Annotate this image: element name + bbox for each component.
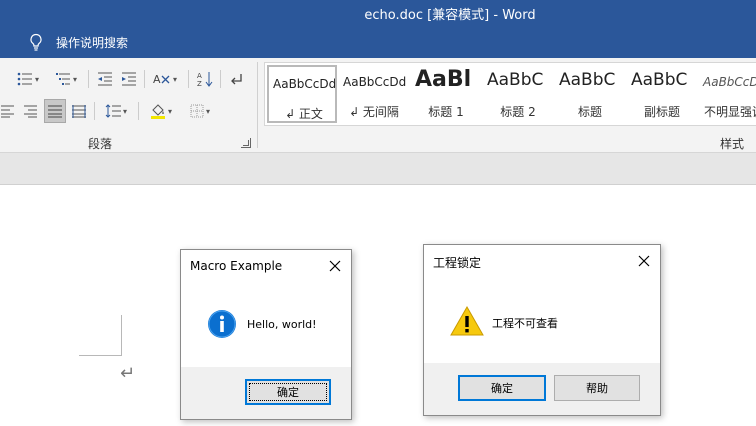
align-left-button[interactable] (0, 100, 16, 122)
macro-message-dialog: Macro Example Hello, world! 确定 (180, 249, 352, 420)
paragraph-group-label: 段落 (88, 137, 113, 151)
line-spacing-icon (105, 104, 121, 118)
chevron-down-icon: ▾ (205, 106, 210, 116)
ok-button[interactable]: 确定 (458, 375, 546, 401)
chevron-down-icon: ▾ (122, 106, 127, 116)
style-preview: AaBbC (559, 70, 616, 90)
dialog-message: Hello, world! (247, 318, 317, 331)
dialog-footer: 确定 帮助 (424, 363, 660, 415)
help-button-label: 帮助 (586, 382, 608, 395)
tell-me-bar: 操作说明搜索 (0, 26, 756, 58)
dialog-footer: 确定 (181, 367, 351, 419)
show-marks-button[interactable] (226, 68, 248, 90)
close-icon[interactable] (325, 256, 345, 276)
bullets-button[interactable]: ▾ (12, 68, 44, 90)
style-title[interactable]: AaBbC 标题 (555, 65, 625, 123)
style-preview: AaBbCcDd (273, 77, 337, 91)
style-heading-2[interactable]: AaBbC 标题 2 (483, 65, 553, 123)
decrease-indent-icon (98, 72, 112, 86)
group-separator (257, 62, 258, 148)
style-normal[interactable]: AaBbCcDd ↲ 正文 (267, 65, 337, 123)
dialog-title: Macro Example (190, 259, 283, 273)
decrease-indent-button[interactable] (94, 68, 116, 90)
window-title: echo.doc [兼容模式] - Word (364, 8, 536, 23)
divider (144, 70, 145, 88)
line-spacing-button[interactable]: ▾ (100, 100, 132, 122)
dialog-title-bar: 工程锁定 (424, 245, 660, 277)
style-name: ↲ 无间隔 (349, 105, 399, 119)
dialog-title-bar: Macro Example (181, 250, 351, 282)
paragraph-mark: ↵ (120, 363, 136, 384)
styles-gallery: AaBbCcDd ↲ 正文 AaBbCcDd ↲ 无间隔 AaBl 标题 1 A… (264, 62, 756, 126)
margin-marker (79, 355, 122, 356)
style-name: 标题 2 (500, 105, 536, 119)
ruler-area (0, 153, 756, 185)
chevron-down-icon: ▾ (172, 74, 177, 84)
tell-me-search[interactable]: 操作说明搜索 (56, 34, 128, 51)
chevron-down-icon: ▾ (167, 106, 172, 116)
warning-icon (450, 305, 484, 336)
style-preview: AaBbCcD (703, 75, 756, 89)
style-subtle-emphasis[interactable]: AaBbCcD 不明显强调 (699, 65, 756, 123)
style-no-spacing[interactable]: AaBbCcDd ↲ 无间隔 (339, 65, 409, 123)
info-icon (208, 310, 236, 338)
divider (188, 70, 189, 88)
divider (138, 102, 139, 120)
dialog-message: 工程不可查看 (492, 317, 558, 330)
increase-indent-button[interactable] (118, 68, 140, 90)
bullets-icon (17, 72, 32, 86)
ok-button-label: 确定 (491, 382, 513, 395)
sort-icon: AZ (197, 72, 213, 87)
dialog-title: 工程锁定 (433, 256, 482, 270)
close-icon[interactable] (634, 251, 654, 271)
multilevel-list-button[interactable]: ▾ (50, 68, 82, 90)
lightbulb-icon (30, 33, 42, 51)
ribbon: ▾ ▾ A ▾ AZ ▾ ▾ ▾ 段落 AaBbCcDd ↲ 正文 AaBbCc… (0, 58, 756, 153)
style-name: 标题 (577, 105, 602, 119)
multilevel-list-icon (55, 73, 70, 85)
chevron-down-icon: ▾ (34, 74, 39, 84)
borders-button[interactable]: ▾ (184, 100, 216, 122)
help-button[interactable]: 帮助 (554, 375, 640, 401)
divider (94, 102, 95, 120)
paragraph-mark-icon (231, 74, 242, 85)
chevron-down-icon: ▾ (72, 74, 77, 84)
distributed-button[interactable] (68, 100, 90, 122)
chinese-layout-button[interactable]: A ▾ (148, 68, 182, 90)
shading-button[interactable]: ▾ (144, 100, 178, 122)
style-heading-1[interactable]: AaBl 标题 1 (411, 65, 481, 123)
svg-text:Z: Z (197, 80, 202, 87)
svg-text:A: A (197, 72, 202, 80)
align-right-button[interactable] (20, 100, 40, 122)
divider (88, 70, 89, 88)
project-locked-dialog: 工程锁定 工程不可查看 确定 帮助 (423, 244, 661, 416)
focus-rect (249, 383, 327, 401)
style-name: ↲ 正文 (285, 107, 323, 121)
style-preview: AaBl (415, 67, 472, 92)
style-name: 标题 1 (428, 105, 464, 119)
dialog-launcher-icon[interactable] (241, 138, 251, 148)
style-preview: AaBbCcDd (343, 75, 407, 89)
justify-icon (48, 105, 62, 118)
style-preview: AaBbC (487, 70, 544, 90)
ok-button[interactable]: 确定 (245, 379, 331, 405)
style-preview: AaBbC (631, 70, 688, 90)
style-name: 不明显强调 (703, 105, 756, 119)
increase-indent-icon (122, 72, 136, 86)
borders-icon (190, 104, 204, 118)
title-bar: echo.doc [兼容模式] - Word (0, 0, 756, 26)
styles-group-label: 样式 (720, 137, 745, 151)
align-right-icon (24, 105, 37, 118)
margin-marker (121, 315, 122, 355)
svg-text:A: A (153, 73, 161, 86)
chinese-layout-icon: A (153, 73, 170, 86)
align-left-icon (1, 105, 14, 118)
style-subtitle[interactable]: AaBbC 副标题 (627, 65, 697, 123)
divider (220, 70, 221, 88)
paint-bucket-icon (150, 104, 165, 119)
style-name: 副标题 (643, 105, 680, 119)
distributed-icon (72, 105, 86, 118)
sort-button[interactable]: AZ (194, 68, 216, 90)
justify-button[interactable] (44, 99, 66, 123)
